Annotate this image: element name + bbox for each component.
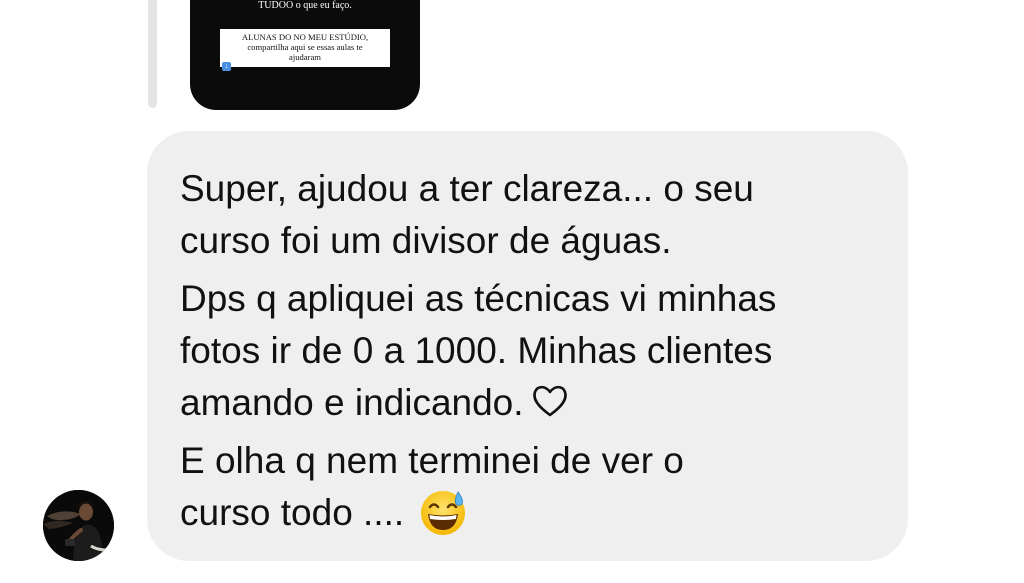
message-line: fotos ir de 0 a 1000. Minhas clientes: [180, 330, 773, 371]
story-box-line: ALUNAS DO NO MEU ESTÚDIO,: [241, 32, 369, 42]
grinning-sweat-emoji-icon: [421, 491, 466, 535]
down-arrow-emoji-icon: ↓: [222, 62, 231, 71]
message-text: Super, ajudou a ter clareza... o seu cur…: [180, 163, 776, 539]
message-line-with-heart: amando e indicando.: [180, 377, 776, 429]
message-line-text: curso todo ....: [180, 492, 405, 533]
avatar[interactable]: [43, 490, 114, 561]
story-question-box: ALUNAS DO NO MEU ESTÚDIO, compartilha aq…: [220, 29, 390, 71]
message-line: Dps q apliquei as técnicas vi minhas: [180, 278, 777, 319]
message-line: E olha q nem terminei de ver o: [180, 440, 684, 481]
story-box-line: ajudaram ↓: [220, 52, 390, 71]
message-line: curso foi um divisor de águas.: [180, 220, 672, 261]
message-line-with-emoji: curso todo ....: [180, 487, 776, 539]
white-heart-icon: [532, 385, 567, 417]
message-line: Super, ajudou a ter clareza... o seu: [180, 168, 754, 209]
story-box-line-text: ajudaram: [289, 52, 321, 62]
message-bubble[interactable]: Super, ajudou a ter clareza... o seu cur…: [147, 131, 908, 561]
message-line-text: amando e indicando.: [180, 382, 524, 423]
reply-indicator-bar: [148, 0, 157, 108]
story-caption: TUDOO o que eu faço.: [258, 0, 352, 11]
story-box-line: compartilha aqui se essas aulas te: [247, 42, 363, 52]
avatar-photo: [43, 490, 114, 561]
replied-story-preview[interactable]: TUDOO o que eu faço. ALUNAS DO NO MEU ES…: [190, 0, 420, 110]
